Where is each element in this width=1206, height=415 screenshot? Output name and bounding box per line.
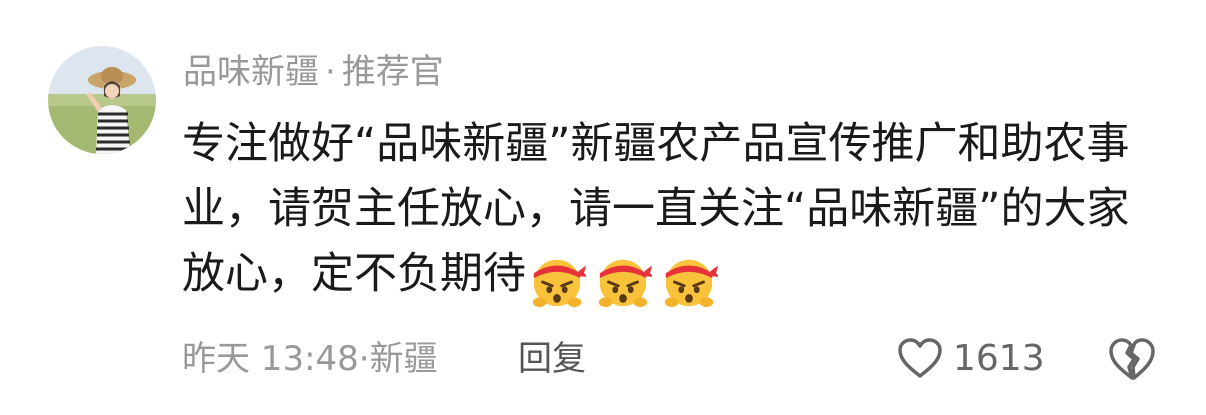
- emoji-group: [528, 252, 726, 317]
- like-button[interactable]: 1613: [897, 333, 1045, 383]
- like-count: 1613: [953, 337, 1045, 379]
- author-role-badge: 推荐官: [341, 52, 444, 92]
- comment-meta: 昨天 13:48·新疆: [182, 335, 438, 383]
- determined-face-emoji: [532, 259, 586, 308]
- meta-separator: ·: [358, 339, 370, 379]
- avatar[interactable]: [48, 46, 156, 154]
- comment-text: 专注做好“品味新疆”新疆农产品宣传推广和助农事业，请贺主任放心，请一直关注“品味…: [182, 112, 1172, 317]
- author-name[interactable]: 品味新疆: [183, 52, 319, 92]
- author-separator: ·: [325, 52, 336, 92]
- broken-heart-icon: [1109, 338, 1155, 380]
- comment-location: 新疆: [369, 339, 438, 379]
- determined-face-emoji: [664, 259, 718, 308]
- determined-face-emoji: [598, 259, 652, 308]
- comment-author[interactable]: 品味新疆 · 推荐官: [183, 48, 444, 96]
- reply-button[interactable]: 回复: [518, 335, 586, 383]
- comment-time: 昨天 13:48: [182, 339, 359, 379]
- dislike-button[interactable]: [1107, 334, 1157, 384]
- heart-outline-icon: [898, 338, 942, 378]
